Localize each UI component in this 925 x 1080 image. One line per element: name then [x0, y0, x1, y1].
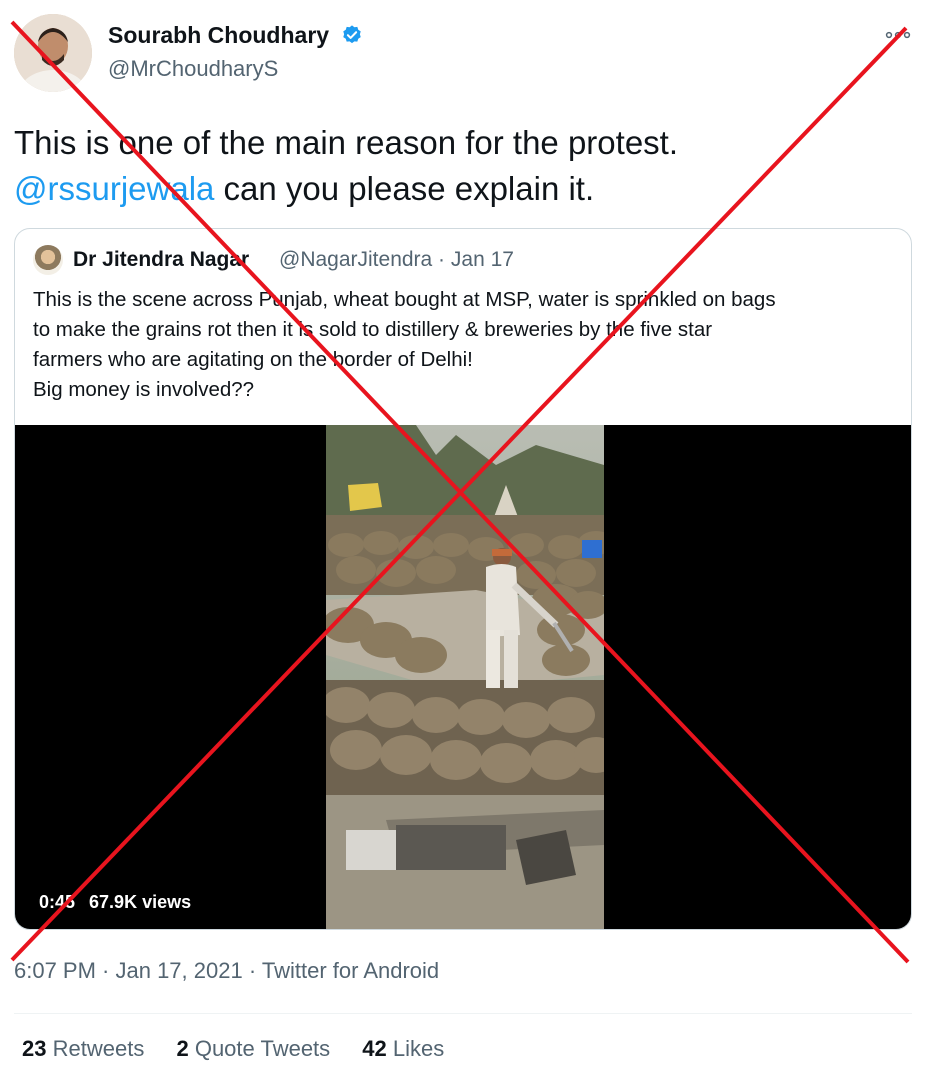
- tweet: Sourabh Choudhary @MrChoudharyS This is …: [0, 0, 925, 1080]
- author-name-text: Sourabh Choudhary: [108, 22, 330, 48]
- author-avatar[interactable]: [14, 14, 92, 92]
- quoted-author-handle-date[interactable]: @NagarJitendra · Jan 17: [279, 248, 514, 272]
- author-handle[interactable]: @MrChoudharyS: [108, 56, 278, 82]
- likes-label: Likes: [392, 1036, 445, 1061]
- video-player[interactable]: 0:45 67.9K views: [15, 425, 911, 929]
- likes-count: 42: [362, 1036, 387, 1061]
- quoted-tweet-card[interactable]: Dr Jitendra Nagar @NagarJitendra · Jan 1…: [14, 228, 912, 930]
- video-duration: 0:45: [39, 892, 76, 912]
- quoted-author-name[interactable]: Dr Jitendra Nagar: [73, 248, 249, 272]
- more-options-icon[interactable]: [885, 28, 911, 42]
- video-frame[interactable]: [326, 425, 604, 929]
- tweet-text-line-2-rest: can you please explain it.: [214, 170, 595, 207]
- retweets-count: 23: [22, 1036, 47, 1061]
- author-name[interactable]: Sourabh Choudhary: [108, 22, 363, 49]
- video-views: 67.9K views: [89, 892, 192, 912]
- retweets-label: Retweets: [52, 1036, 145, 1061]
- likes-stat[interactable]: 42 Likes: [362, 1036, 444, 1061]
- quote-tweets-stat[interactable]: 2 Quote Tweets: [176, 1036, 330, 1061]
- quote-tweets-count: 2: [176, 1036, 189, 1061]
- tweet-text-line-2: @rssurjewala can you please explain it.: [14, 166, 894, 212]
- tweet-text-line-1: This is one of the main reason for the p…: [14, 124, 679, 161]
- quoted-text-line: to make the grains rot then it is sold t…: [33, 318, 713, 341]
- mention-link[interactable]: @rssurjewala: [14, 170, 214, 207]
- tweet-timestamp-source[interactable]: 6:07 PM · Jan 17, 2021 · Twitter for And…: [14, 958, 439, 984]
- verified-badge-icon: [343, 25, 362, 44]
- quoted-text-line: farmers who are agitating on the border …: [33, 348, 473, 371]
- quote-tweets-label: Quote Tweets: [194, 1036, 331, 1061]
- quoted-text-line: Big money is involved??: [33, 378, 255, 401]
- tweet-text: This is one of the main reason for the p…: [14, 120, 894, 212]
- quoted-text-line: This is the scene across Punjab, wheat b…: [33, 288, 776, 311]
- quoted-author-avatar[interactable]: [33, 245, 63, 275]
- divider: [14, 1013, 912, 1014]
- video-scene-image: [326, 425, 604, 929]
- quoted-tweet-text: This is the scene across Punjab, wheat b…: [33, 285, 903, 405]
- video-meta: 0:45 67.9K views: [39, 892, 205, 913]
- retweets-stat[interactable]: 23 Retweets: [22, 1036, 144, 1061]
- tweet-stats: 23 Retweets 2 Quote Tweets 42 Likes: [22, 1036, 470, 1062]
